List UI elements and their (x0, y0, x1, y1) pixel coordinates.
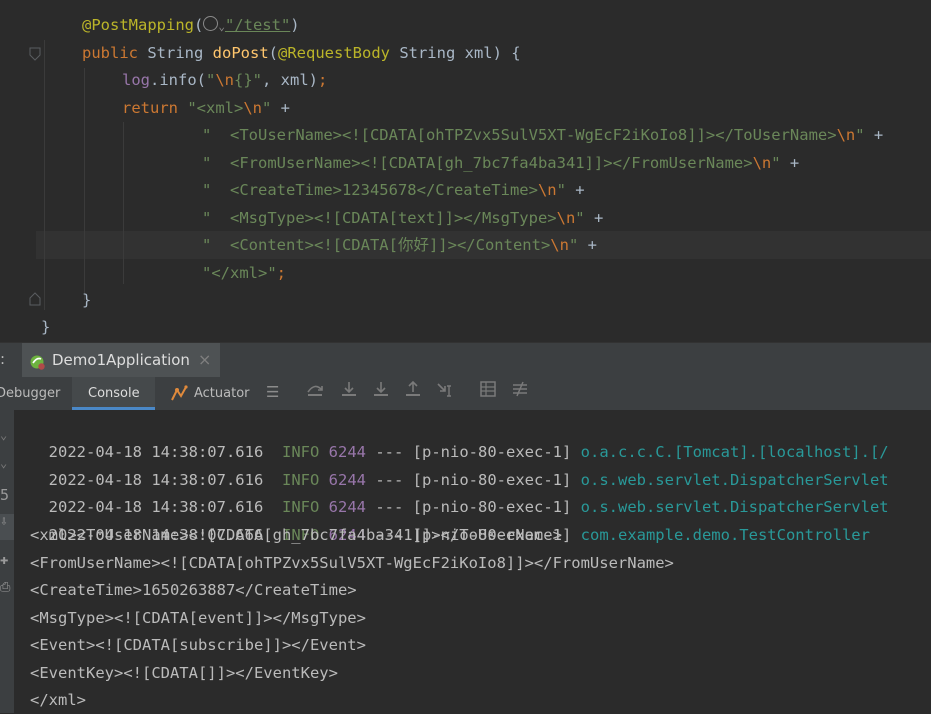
console-xml-line[interactable]: <xml><ToUserName><![CDATA[gh_7bc7fa4ba34… (30, 522, 562, 549)
code-line-10[interactable]: "</xml>"; (202, 260, 286, 287)
code-line-8[interactable]: " <MsgType><![CDATA[text]]></MsgType>\n"… (202, 205, 603, 232)
tab-actuator-label: Actuator (194, 386, 250, 401)
mapping-url[interactable]: "/test" (225, 16, 290, 34)
indent-guide (44, 40, 45, 310)
fold-marker-icon[interactable] (29, 46, 41, 61)
run-tool-window-header: : Demo1Application × (0, 342, 931, 378)
panel-prefix: : (0, 350, 6, 368)
code-line-7[interactable]: " <CreateTime>12345678</CreateTime>\n" + (202, 177, 585, 204)
close-icon[interactable]: × (198, 350, 211, 369)
soft-wrap-icon[interactable]: ⇩ (0, 514, 14, 540)
force-step-into-icon[interactable] (372, 380, 390, 402)
debug-tabs-bar: Debugger Console Actuator ☰ (0, 377, 931, 411)
spring-boot-icon (28, 353, 45, 370)
step-out-icon[interactable] (404, 380, 422, 402)
console-xml-line[interactable]: </xml> (30, 687, 86, 714)
code-line-9[interactable]: " <Content><![CDATA[你好]]></Content>\n" + (202, 232, 597, 259)
log-line[interactable]: 2022-04-18 14:38:07.616 INFO 6244 --- [p… (30, 412, 889, 461)
code-line-3[interactable]: log.info("\n{}", xml); (122, 67, 327, 94)
code-line-12[interactable]: } (41, 314, 50, 341)
log-line[interactable]: 2022-04-18 14:38:07.616 INFO 6244 --- [p… (30, 467, 889, 516)
console-xml-line[interactable]: <CreateTime>1650263887</CreateTime> (30, 577, 357, 604)
web-globe-icon[interactable] (203, 16, 219, 31)
collapse-icon[interactable]: ⌄ (0, 456, 7, 470)
run-config-label: Demo1Application (52, 351, 190, 369)
console-side-toolbar: ⌄ ⌄ 5 ⇩ ✚ ⎙ (0, 410, 14, 713)
chevron-down-icon[interactable]: ⌄ (218, 20, 225, 33)
pin-icon[interactable]: ✚ (0, 552, 8, 568)
code-line-4[interactable]: return "<xml>\n" + (122, 95, 290, 122)
code-line-2[interactable]: public String doPost(@RequestBody String… (82, 40, 521, 67)
menu-icon[interactable]: ☰ (266, 383, 279, 401)
evaluate-icon[interactable] (479, 380, 497, 402)
print-icon[interactable]: ⎙ (0, 580, 10, 595)
tab-console[interactable]: Console (72, 377, 155, 410)
console-xml-line[interactable]: <Event><![CDATA[subscribe]]></Event> (30, 632, 366, 659)
code-editor[interactable]: @PostMapping(⌄"/test") public String doP… (0, 0, 931, 342)
code-line-5[interactable]: " <ToUserName><![CDATA[ohTPZvx5SulV5XT-W… (202, 122, 883, 149)
log-line[interactable]: 2022-04-18 14:38:07.616 INFO 6244 --- [p… (30, 440, 889, 489)
indent-guide (84, 68, 85, 300)
console-xml-line[interactable]: <MsgType><![CDATA[event]]></MsgType> (30, 605, 366, 632)
tab-actuator[interactable]: Actuator (170, 377, 260, 410)
scroll-to-end-icon[interactable]: 5 (0, 486, 9, 504)
fold-end-marker-icon[interactable] (29, 291, 41, 306)
tab-console-label: Console (88, 386, 140, 401)
trace-icon[interactable] (511, 380, 529, 402)
console-xml-line[interactable]: <FromUserName><![CDATA[ohTPZvx5SulV5XT-W… (30, 550, 674, 577)
code-line-11[interactable]: } (82, 287, 91, 314)
run-config-tab[interactable]: Demo1Application × (22, 343, 220, 378)
code-line-1[interactable]: @PostMapping(⌄"/test") (82, 12, 300, 39)
indent-guide (123, 122, 124, 284)
annotation: @PostMapping (82, 16, 194, 34)
step-into-icon[interactable] (340, 380, 358, 402)
tab-debugger[interactable]: Debugger (0, 386, 60, 401)
actuator-icon (170, 384, 188, 406)
run-to-cursor-icon[interactable] (436, 380, 456, 402)
rerun-icon[interactable]: ⌄ (0, 428, 7, 442)
console-xml-line[interactable]: <EventKey><![CDATA[]]></EventKey> (30, 660, 338, 687)
method-name: doPost (212, 44, 269, 62)
code-line-6[interactable]: " <FromUserName><![CDATA[gh_7bc7fa4ba341… (202, 150, 799, 177)
log-line[interactable]: 2022-04-18 14:38:07.666 INFO 6244 --- [p… (30, 495, 870, 544)
step-over-icon[interactable] (306, 380, 324, 402)
